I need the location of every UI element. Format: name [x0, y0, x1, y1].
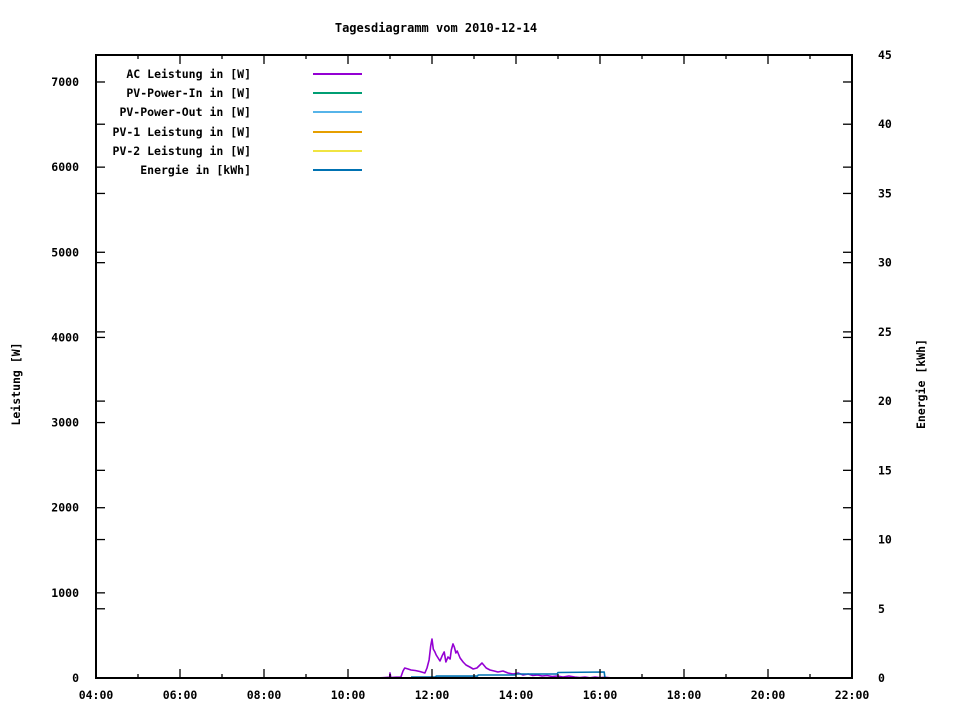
svg-text:30: 30	[878, 256, 892, 270]
svg-text:20:00: 20:00	[751, 688, 786, 702]
legend-item-label: PV-1 Leistung in [W]	[112, 124, 251, 139]
svg-text:1000: 1000	[51, 586, 79, 600]
svg-text:04:00: 04:00	[79, 688, 114, 702]
legend-item-label: Energie in [kWh]	[140, 163, 251, 178]
legend-item-label: PV-Power-In in [W]	[126, 85, 251, 100]
svg-text:6000: 6000	[51, 160, 79, 174]
legend-line-sample	[313, 149, 362, 152]
legend-item-pv2-leistung: PV-2 Leistung in [W]	[91, 141, 362, 160]
legend-item-label: PV-2 Leistung in [W]	[112, 143, 251, 158]
legend-item-pv-power-out: PV-Power-Out in [W]	[91, 103, 362, 122]
svg-text:45: 45	[878, 48, 892, 62]
svg-text:12:00: 12:00	[415, 688, 450, 702]
svg-text:06:00: 06:00	[163, 688, 198, 702]
svg-text:08:00: 08:00	[247, 688, 282, 702]
legend-line-sample	[313, 72, 362, 75]
svg-text:10: 10	[878, 533, 892, 547]
legend-item-ac-leistung: AC Leistung in [W]	[91, 64, 362, 83]
svg-text:14:00: 14:00	[499, 688, 534, 702]
svg-text:4000: 4000	[51, 330, 79, 344]
svg-text:0: 0	[72, 671, 79, 685]
svg-text:20: 20	[878, 394, 892, 408]
chart-canvas: { "window": { "width": 960, "height": 72…	[0, 0, 960, 720]
legend-item-energie: Energie in [kWh]	[91, 160, 362, 179]
svg-text:22:00: 22:00	[835, 688, 870, 702]
svg-text:3000: 3000	[51, 416, 79, 430]
legend-line-sample	[313, 91, 362, 94]
svg-text:16:00: 16:00	[583, 688, 618, 702]
svg-text:15: 15	[878, 463, 892, 477]
svg-text:35: 35	[878, 186, 892, 200]
svg-text:25: 25	[878, 325, 892, 339]
legend-item-label: AC Leistung in [W]	[126, 66, 251, 81]
svg-text:5: 5	[878, 602, 885, 616]
legend-line-sample	[313, 130, 362, 133]
svg-text:2000: 2000	[51, 501, 79, 515]
svg-text:5000: 5000	[51, 245, 79, 259]
svg-text:10:00: 10:00	[331, 688, 366, 702]
legend-item-pv-power-in: PV-Power-In in [W]	[91, 83, 362, 102]
legend: AC Leistung in [W] PV-Power-In in [W] PV…	[91, 64, 362, 180]
svg-text:18:00: 18:00	[667, 688, 702, 702]
legend-item-label: PV-Power-Out in [W]	[119, 105, 251, 120]
legend-item-pv1-leistung: PV-1 Leistung in [W]	[91, 122, 362, 141]
legend-line-sample	[313, 169, 362, 172]
svg-text:40: 40	[878, 117, 892, 131]
svg-text:7000: 7000	[51, 75, 79, 89]
legend-line-sample	[313, 111, 362, 114]
svg-text:0: 0	[878, 671, 885, 685]
